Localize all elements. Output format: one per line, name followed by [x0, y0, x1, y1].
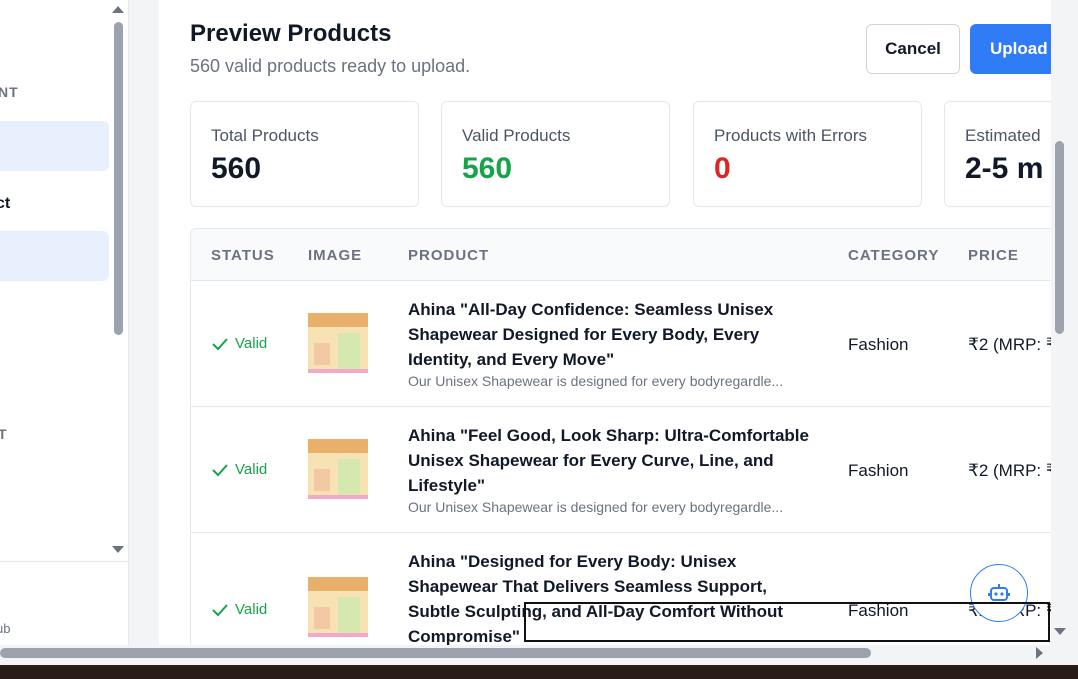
product-category: Fashion	[848, 461, 909, 480]
table-header: STATUS IMAGE PRODUCT CATEGORY PRICE	[191, 229, 1051, 281]
sidebar: NT ct T ub	[0, 0, 129, 645]
stat-label: Valid Products	[462, 126, 571, 145]
scroll-right-icon[interactable]	[1036, 647, 1043, 659]
upload-button[interactable]: Upload	[970, 24, 1051, 74]
sidebar-section-heading-2: T	[0, 426, 8, 442]
table-row[interactable]: Valid Ahina "All-Day Confidence: Seamles…	[191, 281, 1051, 407]
product-price: ₹2 (MRP: ₹	[968, 335, 1051, 354]
product-description: Our Unisex Shapewear is designed for eve…	[408, 373, 784, 389]
table-row[interactable]: Valid Ahina "Feel Good, Look Sharp: Ultr…	[191, 407, 1051, 533]
status-text: Valid	[235, 461, 268, 478]
check-icon	[212, 337, 228, 350]
sidebar-section-heading: NT	[0, 84, 19, 100]
column-header-price: PRICE	[968, 247, 1019, 264]
product-name: Ahina "Feel Good, Look Sharp: Ultra-Comf…	[408, 426, 809, 495]
preview-modal: Preview Products 560 valid products read…	[159, 0, 1051, 645]
os-taskbar	[0, 665, 1078, 679]
modal-scroll-down-icon[interactable]	[1054, 628, 1066, 635]
page-subtitle: 560 valid products ready to upload.	[190, 56, 471, 76]
sidebar-scroll-down-icon[interactable]	[112, 546, 124, 553]
product-thumbnail	[308, 577, 368, 637]
product-description: Our Unisex Shapewear is designed for eve…	[408, 499, 784, 515]
stat-card-valid: Valid Products 560	[441, 101, 670, 207]
page-title: Preview Products	[190, 20, 392, 47]
page-horizontal-scrollbar-thumb[interactable]	[0, 648, 871, 658]
column-header-image: IMAGE	[308, 247, 363, 264]
product-price: ₹2 (MRP: ₹	[968, 461, 1051, 480]
sidebar-scroll-up-icon[interactable]	[112, 6, 124, 13]
modal-backdrop	[129, 0, 159, 645]
product-thumbnail	[308, 313, 368, 373]
check-icon	[212, 603, 228, 616]
status-badge: Valid	[211, 461, 267, 478]
column-header-category: CATEGORY	[848, 247, 940, 264]
modal-scrollbar-thumb[interactable]	[1055, 141, 1064, 334]
stat-value: 0	[714, 152, 731, 185]
cancel-button[interactable]: Cancel	[866, 24, 960, 74]
stat-label: Estimated	[965, 126, 1041, 145]
product-name: Ahina "All-Day Confidence: Seamless Unis…	[408, 300, 774, 369]
stat-value: 2-5 m	[965, 152, 1044, 185]
sidebar-item-label[interactable]: ct	[0, 195, 10, 213]
stat-label: Total Products	[211, 126, 319, 145]
stat-value: 560	[462, 152, 513, 185]
stat-label: Products with Errors	[714, 126, 868, 145]
stat-card-total: Total Products 560	[190, 101, 419, 207]
sidebar-divider	[0, 561, 128, 562]
column-header-status: STATUS	[211, 247, 275, 264]
status-text: Valid	[235, 601, 268, 618]
column-header-product: PRODUCT	[408, 247, 490, 264]
sidebar-scrollbar-thumb[interactable]	[114, 22, 123, 335]
status-badge: Valid	[211, 601, 267, 618]
products-table: STATUS IMAGE PRODUCT CATEGORY PRICE Vali…	[190, 228, 1051, 645]
check-icon	[212, 463, 228, 476]
robot-icon	[988, 584, 1010, 601]
status-badge: Valid	[211, 335, 267, 352]
product-thumbnail	[308, 439, 368, 499]
sidebar-item-active[interactable]	[0, 121, 109, 171]
stat-card-errors: Products with Errors 0	[693, 101, 922, 207]
product-category: Fashion	[848, 335, 909, 354]
selection-outline	[524, 602, 1050, 642]
status-text: Valid	[235, 335, 268, 352]
sidebar-item-selected[interactable]	[0, 231, 109, 281]
sidebar-footer-text[interactable]: ub	[0, 621, 10, 636]
stat-value: 560	[211, 152, 262, 185]
stat-card-estimated: Estimated 2-5 m	[944, 101, 1051, 207]
